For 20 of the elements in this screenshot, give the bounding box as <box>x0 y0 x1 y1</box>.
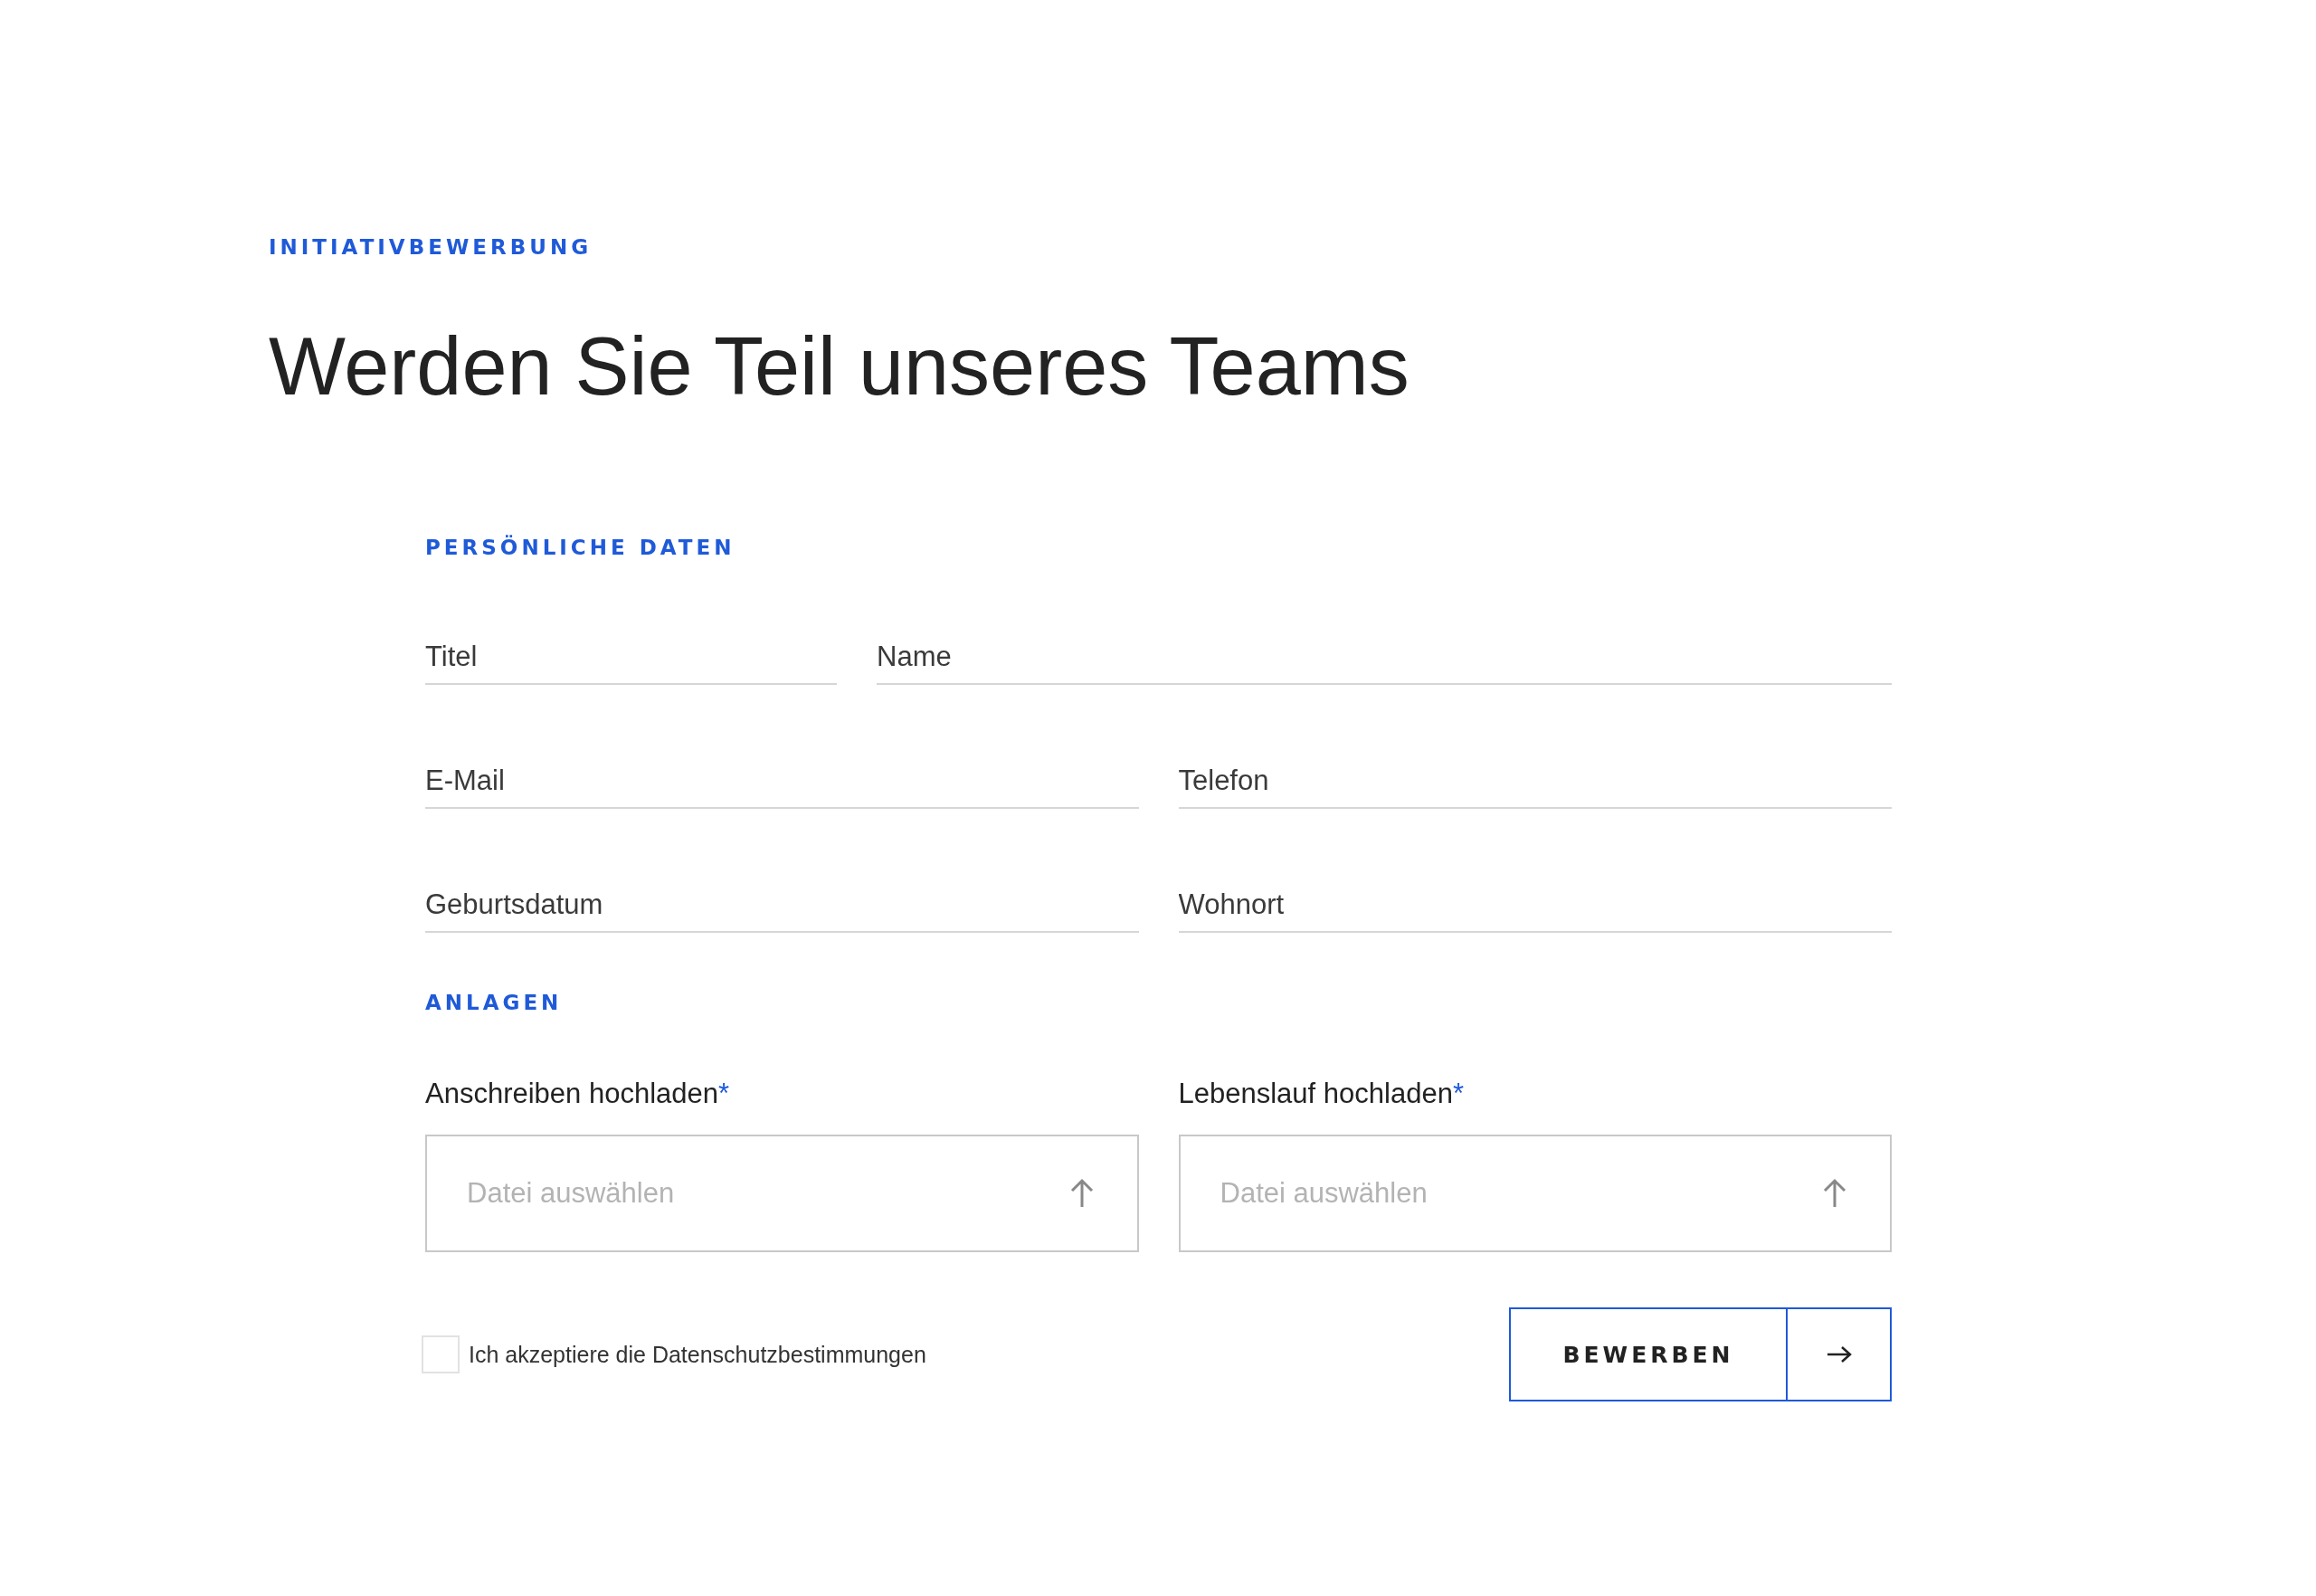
consent-checkbox[interactable] <box>422 1335 460 1373</box>
section-heading: ANLAGEN <box>425 990 563 1016</box>
text-field[interactable]: Name <box>877 613 1892 685</box>
text-field[interactable]: Telefon <box>1178 736 1892 809</box>
text-field[interactable]: E-Mail <box>425 736 1139 809</box>
apply-button[interactable]: BEWERBEN <box>1509 1307 1892 1401</box>
section-eyebrow: INITIATIVBEWERBUNG <box>269 234 593 261</box>
file-upload-field[interactable]: Datei auswählen <box>1178 1135 1892 1252</box>
section-heading: PERSÖNLICHE DATEN <box>425 534 736 561</box>
upload-label: Lebenslauf hochladen* <box>1178 1077 1464 1111</box>
upload-label: Anschreiben hochladen* <box>425 1077 730 1111</box>
upload-arrow-icon <box>1823 1178 1846 1209</box>
page-title: Werden Sie Teil unseres Teams <box>269 321 1410 412</box>
text-field[interactable]: Geburtsdatum <box>425 860 1139 933</box>
text-field[interactable]: Wohnort <box>1178 860 1892 933</box>
consent-label: Ich akzeptiere die Datenschutzbestimmungen <box>469 1341 926 1368</box>
arrow-right-icon <box>1825 1345 1853 1363</box>
text-field[interactable]: Titel <box>425 613 837 685</box>
file-upload-field[interactable]: Datei auswählen <box>425 1135 1139 1252</box>
upload-arrow-icon <box>1069 1178 1094 1209</box>
